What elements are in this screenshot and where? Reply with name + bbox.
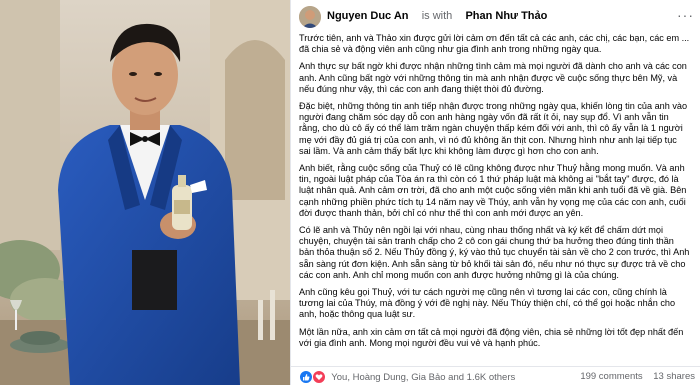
engagement-counts: 199 comments 13 shares [572,371,695,382]
more-options-icon[interactable]: ··· [677,7,694,23]
post-paragraph: Anh biết, rằng cuộc sống của Thuỷ có lẽ … [299,163,687,218]
reactions-text: You, Hoàng Dung, Gia Bảo and 1.6K others [331,371,516,383]
love-reaction-icon [311,370,326,384]
post-paragraph: Trước tiên, anh và Thảo xin được gửi lời… [299,33,690,55]
post-paragraph: Có lẽ anh và Thủy nên ngồi lại với nhau,… [299,225,690,280]
shares-count[interactable]: 13 shares [653,371,695,382]
post-paragraph: Đặc biệt, những thông tin anh tiếp nhận … [299,101,688,156]
connector-text: is with [421,10,453,22]
tagged-name[interactable]: Phan Như Thảo [465,10,547,22]
reactions-summary[interactable]: You, Hoàng Dung, Gia Bảo and 1.6K others [299,370,516,384]
like-reaction-icon [299,370,313,384]
post-photo[interactable] [0,0,290,385]
post-paragraph: Một lần nữa, anh xin cảm ơn tất cả mọi n… [299,326,684,348]
post-body: Trước tiên, anh và Thảo xin được gửi lời… [299,33,691,355]
avatar[interactable] [299,6,321,28]
post-paragraph: Anh thực sự bất ngờ khi được nhận những … [299,61,687,94]
author-name[interactable]: Nguyen Duc An [327,10,409,22]
post-panel: Nguyen Duc An is with Phan Như Thảo ··· … [290,0,700,385]
separator [457,10,460,22]
post-header: Nguyen Duc An is with Phan Như Thảo ··· [299,5,694,29]
post-names: Nguyen Duc An is with Phan Như Thảo [327,10,547,22]
post-paragraph: Anh cũng kêu gọi Thuỷ, với tư cách người… [299,287,676,320]
separator [414,10,417,22]
post-footer: You, Hoàng Dung, Gia Bảo and 1.6K others… [291,366,700,386]
comments-count[interactable]: 199 comments [580,371,642,382]
